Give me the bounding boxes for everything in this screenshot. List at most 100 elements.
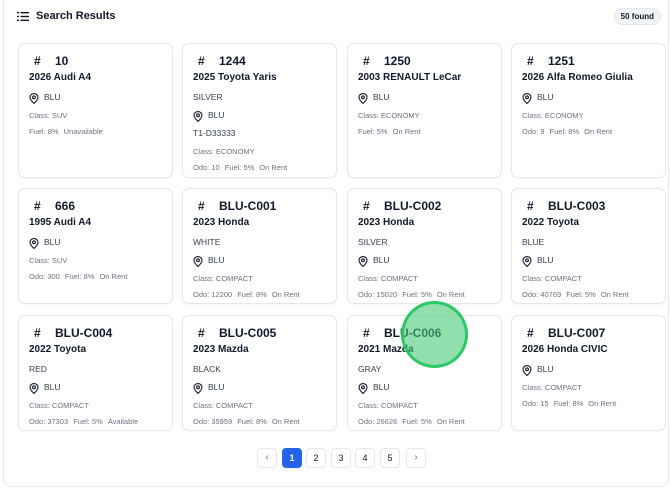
vehicle-location: BLU [208,382,225,392]
page-4-button[interactable]: 4 [355,448,375,468]
page-2-button[interactable]: 2 [306,448,326,468]
vehicle-location: BLU [537,255,554,265]
vehicle-class: Class: COMPACT [522,383,582,392]
vehicle-stat: Odo: 12200 [193,290,233,299]
vehicle-stat: On Rent [584,127,613,136]
vehicle-location: BLU [208,110,225,120]
vehicle-color: BLUE [522,237,545,247]
vehicle-class: Class: ECONOMY [358,111,420,120]
vehicle-stats: Odo: 40769 Fuel: 5% On Rent [522,290,629,299]
location-pin-icon [522,363,532,377]
vehicle-stat: Fuel: 8% [553,399,584,408]
vehicle-stats: Odo: 300 Fuel: 8% On Rent [29,272,127,281]
vehicle-name: 2021 Mazda [358,344,414,355]
vehicle-class: Class: COMPACT [193,274,253,283]
page-title: Search Results [36,10,116,22]
vehicle-code: BLU-C004 [55,326,113,340]
vehicle-stat: Fuel: 8% [237,417,267,426]
hash-icon: # [198,54,205,68]
vehicle-stat: Fuel: 5% [402,290,432,299]
vehicle-stat: Fuel: 8% [549,127,580,136]
hash-icon: # [527,199,534,213]
vehicle-stats: Fuel: 8% Unavailable [29,127,103,136]
vehicle-stat: Available [107,417,139,426]
vehicle-card[interactable]: # BLU-C004 2022 Toyota RED BLU Class: COMPACT… [18,315,173,431]
hash-icon: # [34,54,41,68]
prev-page-button[interactable]: ‹ [257,448,277,468]
vehicle-card[interactable]: # BLU-C006 2021 Mazda GRAY BLU Class: COMPACT… [347,315,502,431]
vehicle-card[interactable]: # BLU-C003 2022 Toyota BLUE BLU Class: COMPAC… [511,188,666,304]
vehicle-class: Class: SUV [29,111,68,120]
vehicle-stats: Odo: 9 Fuel: 8% On Rent [522,127,612,136]
vehicle-card[interactable]: #1251 2026 Alfa Romeo Giulia BLU Class: ECO… [511,43,666,178]
location-pin-icon [358,91,368,105]
vehicle-name: 2003 RENAULT LeCar [358,72,462,83]
vehicle-card[interactable]: # BLU-C002 2023 Honda SILVER BLU Class: COMPA… [347,188,502,304]
vehicle-stats: Odo: 35959 Fuel: 8% On Rent [193,417,300,426]
vehicle-stats: Odo: 15 Fuel: 8% On Rent [522,399,616,408]
vehicle-color: RED [29,364,47,374]
vehicle-card[interactable]: #1250 2003 RENAULT LeCar BLU Class: ECONOMY… [347,43,502,178]
hash-icon: # [527,326,534,340]
vehicle-code: BLU-C003 [548,199,606,213]
location-pin-icon [193,381,203,395]
vehicle-stats: Odo: 37303 Fuel: 5% Available [29,417,138,426]
vehicle-stat: Fuel: 8% [237,290,267,299]
vehicle-class: Class: SUV [29,256,68,265]
vehicle-name: 2025 Toyota Yaris [193,72,277,83]
vehicle-stat: Fuel: 8% [29,127,59,136]
vehicle-location: BLU [537,364,554,374]
vehicle-code: 1250 [384,54,411,68]
vehicle-name: 2022 Toyota [522,217,580,228]
vehicle-stat: Odo: 9 [522,127,545,136]
vehicle-card[interactable]: # BLU-C001 2023 Honda WHITE BLU Class: COMPAC… [182,188,337,304]
pagination: ‹ 1 2 3 4 5 › [257,448,427,468]
vehicle-stat: On Rent [271,290,300,299]
vehicle-card[interactable]: #666 1995 Audi A4 BLU Class: SUV Odo: 300 Fue… [18,188,173,304]
hash-icon: # [34,199,41,213]
location-pin-icon [29,381,39,395]
vehicle-location: BLU [373,255,390,265]
vehicle-stat: On Rent [259,163,288,172]
hash-icon: # [363,199,370,213]
hash-icon: # [198,326,205,340]
location-pin-icon [29,236,39,250]
results-header: Search Results 50 found [17,8,664,29]
page-3-button[interactable]: 3 [331,448,351,468]
page-5-button[interactable]: 5 [380,448,400,468]
vehicle-stat: On Rent [436,417,465,426]
vehicle-stats: Odo: 10 Fuel: 5% On Rent [193,163,287,172]
vehicle-stat: Odo: 35959 [193,417,233,426]
vehicle-location: BLU [44,237,61,247]
vehicle-card[interactable]: #10 2026 Audi A4 BLU Class: SUV Fuel: 8% Unav… [18,43,173,178]
vehicle-name: 2023 Mazda [193,344,249,355]
vehicle-card[interactable]: # BLU-C007 2026 Honda CIVIC BLU Class: COMPA… [511,315,666,431]
next-page-button[interactable]: › [406,448,426,468]
location-pin-icon [193,109,203,123]
vehicle-code: BLU-C006 [384,326,442,340]
vehicle-color: SILVER [193,92,223,102]
vehicle-name: 2026 Honda CIVIC [522,344,608,355]
vehicle-card[interactable]: #1244 2025 Toyota Yaris SILVER BLU T1-D33333… [182,43,337,178]
vehicle-code: 10 [55,54,69,68]
hash-icon: # [363,54,370,68]
vehicle-name: 1995 Audi A4 [29,217,92,228]
vehicle-card[interactable]: # BLU-C005 2023 Mazda BLACK BLU Class: COMPAC… [182,315,337,431]
vehicle-stat: On Rent [588,399,617,408]
page-1-button[interactable]: 1 [282,448,302,468]
vehicle-stat: Fuel: 5% [73,417,103,426]
vehicle-stat: Fuel: 5% [566,290,596,299]
location-pin-icon [358,381,368,395]
vehicle-code: 1244 [219,54,246,68]
vehicle-location: BLU [44,92,61,102]
vehicle-stat: Fuel: 8% [64,272,95,281]
vehicle-class: Class: ECONOMY [193,147,255,156]
vehicle-location: BLU [373,382,390,392]
location-pin-icon [358,254,368,268]
vehicle-stat: On Rent [392,127,421,136]
hash-icon: # [198,199,205,213]
vehicle-color: BLACK [193,364,221,374]
vehicle-name: 2023 Honda [193,217,250,228]
vehicle-stats: Odo: 15020 Fuel: 5% On Rent [358,290,465,299]
vehicle-location: BLU [373,92,390,102]
